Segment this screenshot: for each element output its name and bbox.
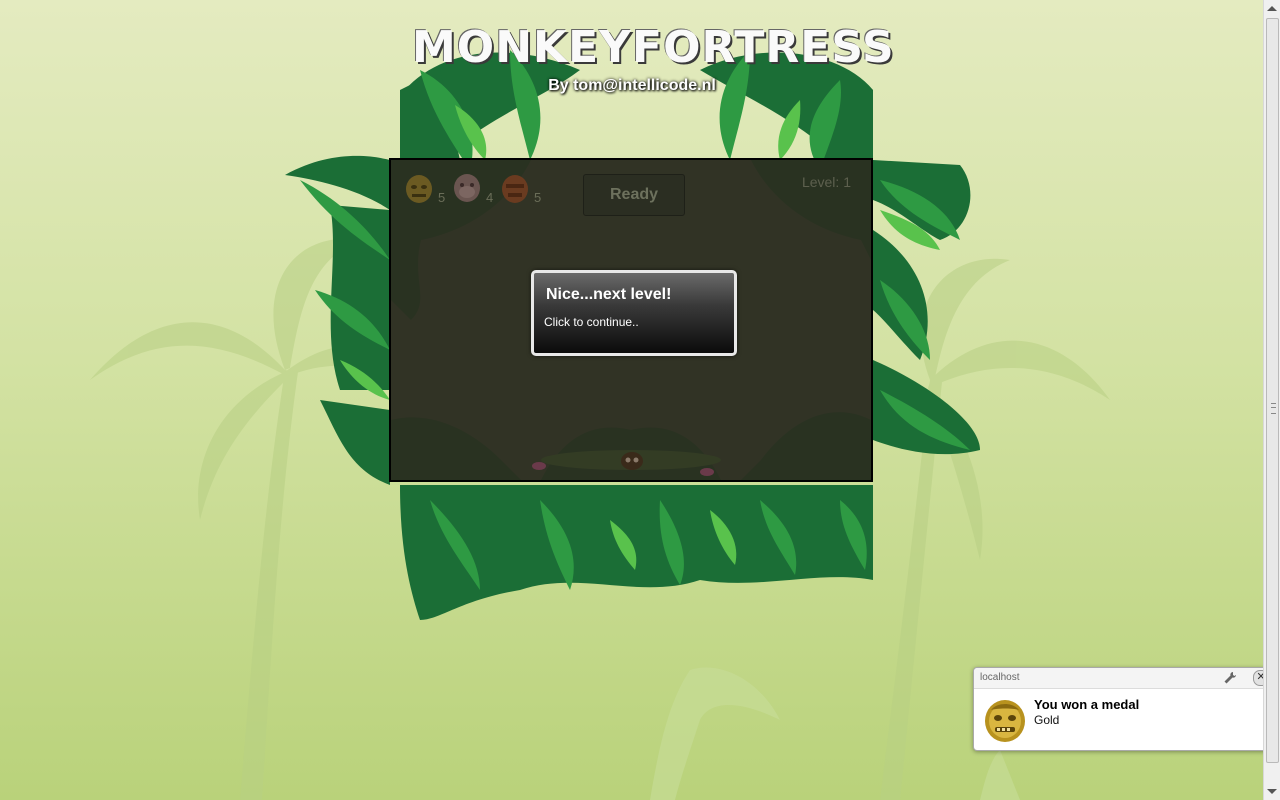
wrench-icon[interactable] <box>1222 670 1238 686</box>
flower-icon <box>532 462 546 470</box>
monkey-sprite-icon <box>621 452 643 470</box>
notification-header: localhost ✕ <box>974 668 1274 689</box>
scroll-up-arrow-icon[interactable] <box>1267 6 1277 11</box>
gold-medal-icon <box>985 700 1025 742</box>
dialog-title: Nice...next level! <box>546 286 672 303</box>
vertical-scrollbar[interactable] <box>1263 0 1280 800</box>
notification-origin: localhost <box>980 672 1020 683</box>
level-indicator: Level: 1 <box>801 174 851 190</box>
author-byline: By tom@intellicode.nl <box>548 77 716 94</box>
dialog-continue-text[interactable]: Click to continue.. <box>544 315 639 329</box>
red-tiki-mask-icon[interactable] <box>499 172 531 204</box>
notification-title: You won a medal <box>1034 697 1140 712</box>
scrollbar-thumb[interactable] <box>1266 18 1279 763</box>
flower-icon <box>700 468 714 476</box>
ready-button[interactable]: Ready <box>583 174 685 216</box>
medal-notification[interactable]: localhost ✕ You won a medal Gold <box>973 667 1275 751</box>
red-tiki-count: 5 <box>534 190 542 205</box>
scroll-down-arrow-icon[interactable] <box>1267 789 1277 794</box>
pink-face-count: 4 <box>486 190 494 205</box>
gold-monkey-mask-icon[interactable] <box>403 172 435 204</box>
grip-icon <box>1271 403 1276 414</box>
notification-message: Gold <box>1034 713 1060 727</box>
game-logo: MONKEYFORTRESS <box>412 22 895 73</box>
level-complete-dialog[interactable]: Nice...next level! Click to continue.. <box>531 270 737 356</box>
gold-mask-count: 5 <box>438 190 446 205</box>
pink-monkey-face-icon[interactable] <box>451 172 483 204</box>
